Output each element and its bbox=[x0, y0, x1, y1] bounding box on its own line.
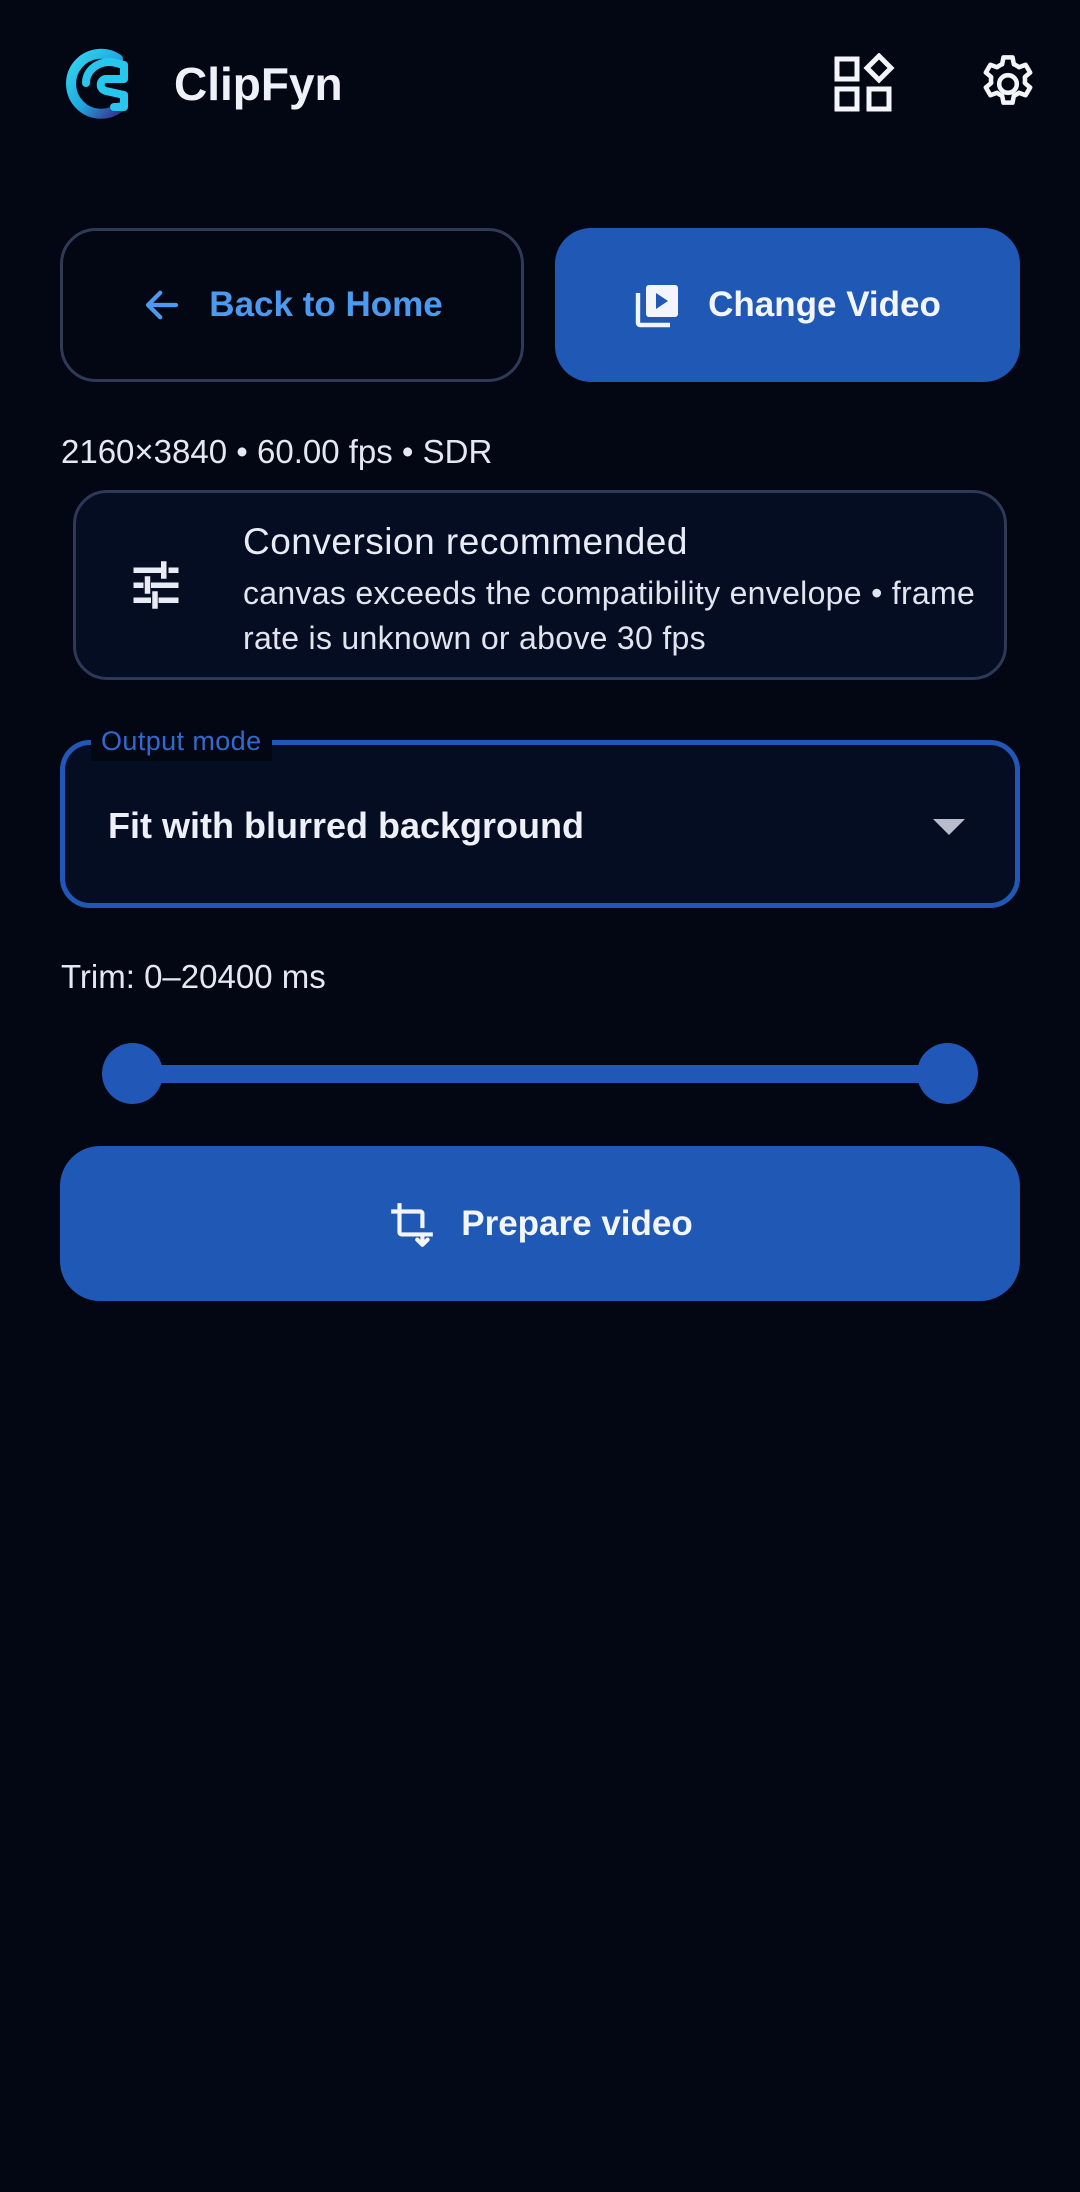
back-to-home-label: Back to Home bbox=[209, 285, 443, 324]
back-to-home-button[interactable]: Back to Home bbox=[60, 228, 524, 382]
prepare-video-button[interactable]: Prepare video bbox=[60, 1146, 1020, 1301]
trim-start-handle[interactable] bbox=[102, 1043, 163, 1104]
trim-end-handle[interactable] bbox=[917, 1043, 978, 1104]
video-meta-text: 2160×3840 • 60.00 fps • SDR bbox=[61, 433, 493, 470]
gear-icon bbox=[983, 55, 1033, 105]
video-library-icon bbox=[635, 285, 679, 328]
output-mode-value: Fit with blurred background bbox=[108, 805, 584, 846]
trim-range-slider[interactable] bbox=[100, 1040, 980, 1110]
widgets-icon bbox=[834, 53, 895, 112]
widgets-button[interactable] bbox=[822, 42, 906, 126]
app-bar: ClipFyn bbox=[0, 0, 1080, 170]
arrow-left-icon bbox=[146, 290, 179, 320]
tune-icon bbox=[133, 561, 179, 609]
output-mode-dropdown[interactable]: Output mode Fit with blurred background bbox=[60, 721, 1020, 908]
output-mode-label: Output mode bbox=[91, 721, 272, 761]
conversion-reasons: canvas exceeds the compatibility envelop… bbox=[243, 575, 976, 656]
app-title: ClipFyn bbox=[174, 58, 343, 110]
settings-button[interactable] bbox=[966, 42, 1050, 126]
change-video-button[interactable]: Change Video bbox=[555, 228, 1020, 382]
conversion-recommended-card: Conversion recommended canvas exceeds th… bbox=[73, 490, 1007, 680]
slider-active-track bbox=[132, 1065, 947, 1083]
dropdown-arrow-icon bbox=[933, 819, 965, 835]
change-video-label: Change Video bbox=[708, 285, 941, 324]
crop-icon bbox=[391, 1202, 434, 1247]
clipfyn-logo-icon bbox=[58, 45, 136, 123]
conversion-title: Conversion recommended bbox=[243, 521, 688, 562]
trim-label: Trim: 0–20400 ms bbox=[61, 958, 326, 995]
prepare-video-label: Prepare video bbox=[461, 1203, 693, 1243]
